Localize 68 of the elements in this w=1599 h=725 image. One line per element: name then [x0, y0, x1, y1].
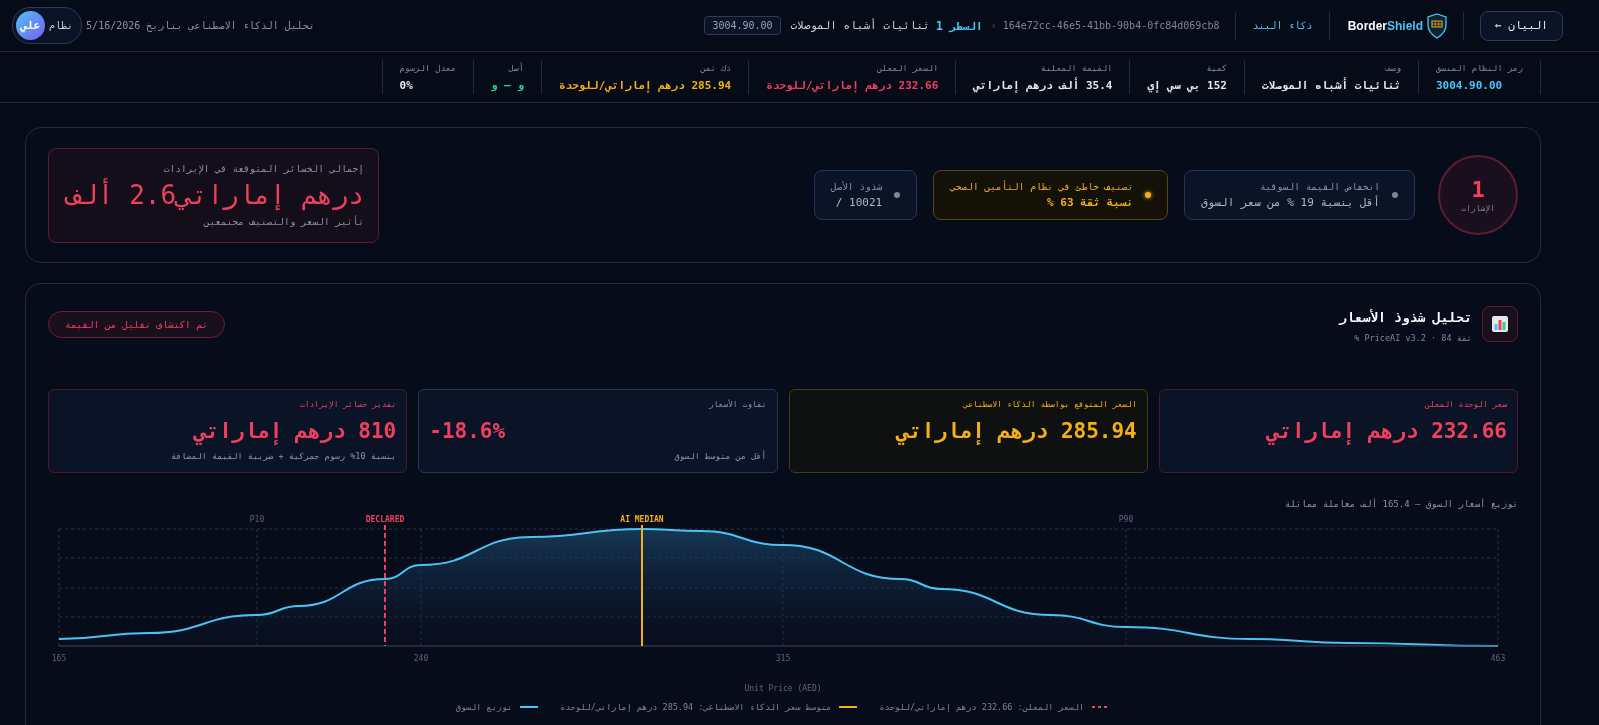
- hs-code-badge: 3004.90.00: [704, 16, 781, 35]
- brand-name: BorderShield: [1347, 18, 1423, 33]
- flag-detail: نسبة ثقة 63 %: [1046, 196, 1134, 209]
- stat-value: و — و: [490, 78, 524, 92]
- metric-label: سعر الوحدة المعلن: [1424, 400, 1507, 409]
- metric-value: 810 درهم إماراتي: [192, 419, 397, 443]
- metric-label: تقدير خسائر الإيرادات: [298, 400, 397, 409]
- stat-value: ثنائيات أشباه الموصلات: [1261, 78, 1401, 92]
- stat-value: 3004.90.00: [1436, 78, 1504, 92]
- separator-icon: ›: [990, 20, 997, 31]
- signal-count-label: الإشارات: [1461, 204, 1495, 213]
- back-button[interactable]: البيان ←: [1480, 10, 1563, 41]
- marker-label: P90: [1118, 515, 1134, 524]
- stat-label: أصل: [507, 62, 524, 73]
- stat-label: كمية: [1205, 62, 1227, 73]
- legend-label: السعر المعلن: 232.66 درهم إماراتي/للوحدة: [879, 702, 1085, 712]
- loss-value: درهم إماراتي2.6 ألف: [63, 180, 364, 210]
- stat-value: 0%: [399, 78, 414, 92]
- flag-title: انخفاض القيمة السوقية: [1258, 181, 1380, 192]
- metric-value: 232.66 درهم إماراتي: [1265, 419, 1507, 443]
- metric-label: تفاوت الأسعار: [707, 400, 767, 409]
- metric-value: 285.94 درهم إماراتي: [894, 419, 1137, 443]
- chart-title: توزيع أسعار السوق — 165.4 ألف معاملة مماثلة: [1284, 499, 1518, 509]
- marker-label: P10: [249, 515, 265, 524]
- metric-note: بنسبة 10% رسوم جمركية + ضريبة القيمة المضافة: [170, 451, 397, 461]
- status-dot: [894, 192, 901, 198]
- chart-icon: [1482, 306, 1518, 342]
- axis-tick-label: 315: [775, 654, 791, 663]
- flag-title: تصنيف خاطئ في نظام التأمين الصحي: [950, 181, 1134, 192]
- axis-tick-label: 240: [413, 654, 429, 663]
- metric-label: السعر المتوقع بواسطة الذكاء الاصطناعي: [961, 400, 1137, 409]
- status-dot: [1145, 192, 1152, 198]
- axis-tick-label: 165: [51, 654, 67, 663]
- flag-title: شذوذ الأصل: [830, 181, 883, 192]
- shield-logo-icon: [1427, 12, 1447, 39]
- legend-label: متوسط سعر الذكاء الاصطناعي: 285.94 درهم إماراتي/للوحدة: [560, 702, 832, 712]
- item-name: ثنائيات أشباه الموصلات: [790, 19, 930, 32]
- signal-count: 1: [1471, 177, 1485, 202]
- undervaluation-badge: تم اكتشاف تقليل من القيمة: [48, 311, 225, 338]
- loss-label: إجمالي الخسائر المتوقعة في الإيرادات: [162, 163, 364, 174]
- section-title: تحليل شذوذ الأسعار: [1338, 310, 1472, 325]
- flag-detail: أقل بنسبة 19 % من سعر السوق: [1201, 196, 1380, 209]
- item-id: 164e72cc-46e5-41bb-90b4-0fc84d069cb8: [1002, 20, 1220, 31]
- marker-label: DECLARED: [365, 515, 405, 524]
- legend-label: توزيع السوق: [455, 702, 513, 712]
- metric-note: أقل من متوسط السوق: [673, 451, 767, 461]
- model-confidence: ثقة PriceAI v3.2 · 84 %: [1353, 333, 1472, 343]
- stat-label: السعر المعلن: [875, 62, 939, 73]
- stat-value: 285.94 درهم إماراتي/للوحدة: [558, 78, 732, 92]
- metric-value: -18.6%: [429, 419, 507, 443]
- flag-detail: 10021 /: [834, 196, 883, 209]
- stat-value: 35.4 ألف درهم إماراتي: [973, 78, 1113, 92]
- status-dot: [1392, 192, 1398, 198]
- stat-label: القيمة المعلنة: [1039, 62, 1113, 73]
- stat-label: رمز النظام المنسق: [1436, 62, 1523, 73]
- loss-note: تأثير السعر والتصنيف مجتمعين: [202, 216, 364, 227]
- marker-label: AI MEDIAN: [620, 515, 664, 524]
- stat-label: وصف: [1384, 62, 1401, 73]
- analysis-date: تحليل الذكاء الاصطناعي بتاريخ 5/16/2026: [86, 20, 315, 31]
- user-avatar: علي: [16, 11, 45, 40]
- stat-value: 152 بي سي إي: [1147, 78, 1227, 92]
- stat-label: معدل الرسوم: [399, 62, 456, 73]
- stat-value: 232.66 درهم إماراتي/للوحدة: [766, 78, 939, 92]
- user-menu[interactable]: نظام علي: [12, 7, 83, 44]
- axis-tick-label: 463: [1490, 654, 1506, 663]
- section-link[interactable]: ذكاء البند: [1252, 20, 1313, 31]
- axis-title: Unit Price (AED): [743, 684, 823, 693]
- stat-label: ذك ثمن: [699, 62, 732, 73]
